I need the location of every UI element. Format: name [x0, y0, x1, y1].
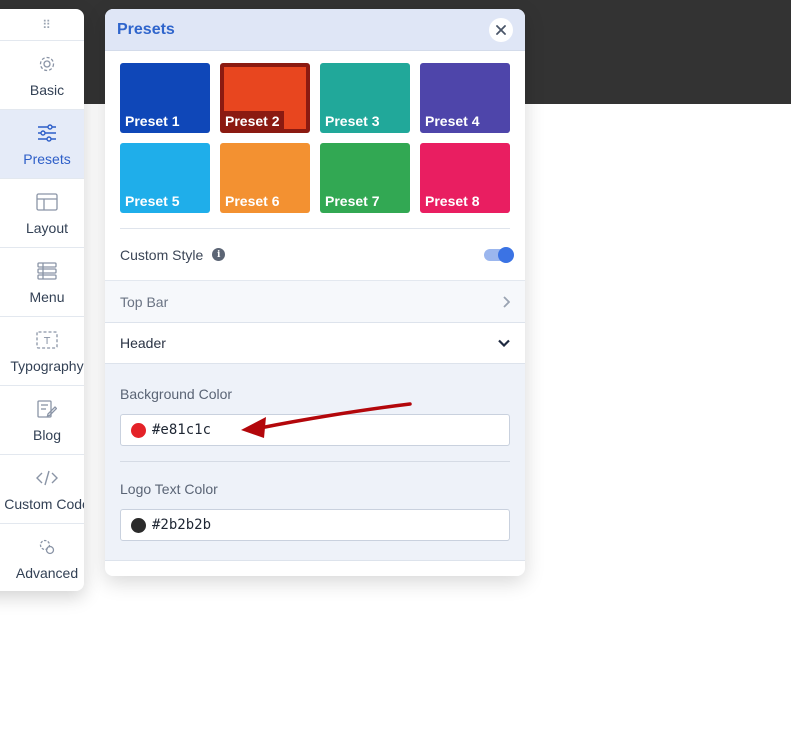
- sidebar-item-label: Typography: [10, 357, 84, 374]
- background-color-swatch[interactable]: [131, 422, 146, 438]
- preset-6[interactable]: Preset 6: [220, 143, 310, 213]
- sidebar-item-blog[interactable]: Blog: [0, 386, 84, 455]
- accordion-label: Header: [120, 335, 166, 351]
- info-icon[interactable]: i: [212, 248, 226, 261]
- custom-style-wrap: Custom Style i: [105, 228, 525, 280]
- sliders-icon: [36, 122, 58, 144]
- preset-label: Preset 5: [125, 193, 180, 209]
- typography-icon: T: [36, 329, 58, 351]
- background-color-value: #e81c1c: [152, 422, 212, 438]
- sidebar-item-label: Custom Code: [4, 495, 84, 512]
- preset-label: Preset 4: [425, 113, 480, 129]
- preset-label: Preset 3: [325, 113, 380, 129]
- custom-style-row: Custom Style i: [120, 228, 514, 280]
- custom-style-left: Custom Style i: [120, 246, 226, 263]
- close-icon: [496, 24, 506, 35]
- preset-1[interactable]: Preset 1: [120, 63, 210, 133]
- logo-text-color-section: Logo Text Color #2b2b2b: [105, 462, 525, 541]
- chevron-right-icon: [503, 295, 510, 308]
- drag-handle[interactable]: ⠿: [0, 9, 84, 41]
- preset-8[interactable]: Preset 8: [420, 143, 510, 213]
- toggle-knob: [498, 246, 514, 263]
- sidebar-item-basic[interactable]: Basic: [0, 41, 84, 110]
- logo-text-color-value: #2b2b2b: [152, 517, 212, 533]
- panel-title: Presets: [117, 20, 175, 38]
- preset-label: Preset 8: [425, 193, 480, 209]
- layout-icon: [36, 191, 58, 213]
- preset-3[interactable]: Preset 3: [320, 63, 410, 133]
- background-color-section: Background Color #e81c1c: [105, 364, 525, 446]
- preset-label: Preset 6: [225, 193, 280, 209]
- sidebar-item-typography[interactable]: T Typography: [0, 317, 84, 386]
- preset-4[interactable]: Preset 4: [420, 63, 510, 133]
- sidebar-item-layout[interactable]: Layout: [0, 179, 84, 248]
- sidebar-item-label: Advanced: [15, 564, 79, 581]
- preset-area: Preset 1 Preset 2 Preset 3 Preset 4 Pres…: [105, 51, 525, 228]
- preset-label: Preset 2: [224, 111, 285, 129]
- panel-next-section: [105, 560, 525, 576]
- accordion-top-bar[interactable]: Top Bar: [105, 280, 525, 322]
- preset-2[interactable]: Preset 2: [220, 63, 310, 133]
- sidebar-item-advanced[interactable]: Advanced: [0, 524, 84, 591]
- sidebar-item-menu[interactable]: Menu: [0, 248, 84, 317]
- sidebar-item-presets[interactable]: Presets: [0, 110, 84, 179]
- accordion-label: Top Bar: [120, 293, 169, 310]
- customizer-sidebar: ⠿ Basic Presets Layout Menu T Typography…: [0, 9, 84, 591]
- advanced-icon: [36, 536, 58, 558]
- gear-icon: [36, 53, 58, 75]
- drag-dots-icon[interactable]: ⠿: [42, 18, 52, 32]
- logo-text-color-swatch[interactable]: [131, 517, 146, 533]
- background-color-field[interactable]: #e81c1c: [120, 414, 510, 446]
- sidebar-item-label: Layout: [25, 219, 69, 236]
- preset-label: Preset 7: [325, 193, 380, 209]
- logo-text-color-field[interactable]: #2b2b2b: [120, 509, 510, 541]
- screen: ⠿ Basic Presets Layout Menu T Typography…: [0, 0, 791, 754]
- custom-style-label: Custom Style: [120, 246, 204, 263]
- sidebar-item-label: Blog: [32, 426, 62, 443]
- chevron-down-icon: [498, 339, 510, 347]
- preset-label: Preset 1: [125, 113, 180, 129]
- sidebar-item-label: Presets: [23, 150, 71, 167]
- panel-header: Presets: [105, 9, 525, 51]
- logo-text-color-label: Logo Text Color: [120, 481, 218, 497]
- sidebar-item-custom-code[interactable]: Custom Code: [0, 455, 84, 524]
- svg-text:T: T: [43, 336, 51, 347]
- preset-7[interactable]: Preset 7: [320, 143, 410, 213]
- edit-icon: [36, 398, 58, 420]
- code-icon: [36, 467, 58, 489]
- sidebar-item-label: Basic: [29, 81, 65, 98]
- background-color-label: Background Color: [120, 386, 233, 402]
- presets-panel: Presets Preset 1 Preset 2 Preset 3 Prese…: [105, 9, 525, 576]
- accordion-header[interactable]: Header: [105, 322, 525, 364]
- preset-grid: Preset 1 Preset 2 Preset 3 Preset 4 Pres…: [120, 63, 510, 213]
- custom-style-toggle[interactable]: [484, 246, 514, 263]
- sidebar-item-label: Menu: [29, 288, 65, 305]
- preset-5[interactable]: Preset 5: [120, 143, 210, 213]
- close-button[interactable]: [489, 17, 513, 42]
- menu-icon: [36, 260, 58, 282]
